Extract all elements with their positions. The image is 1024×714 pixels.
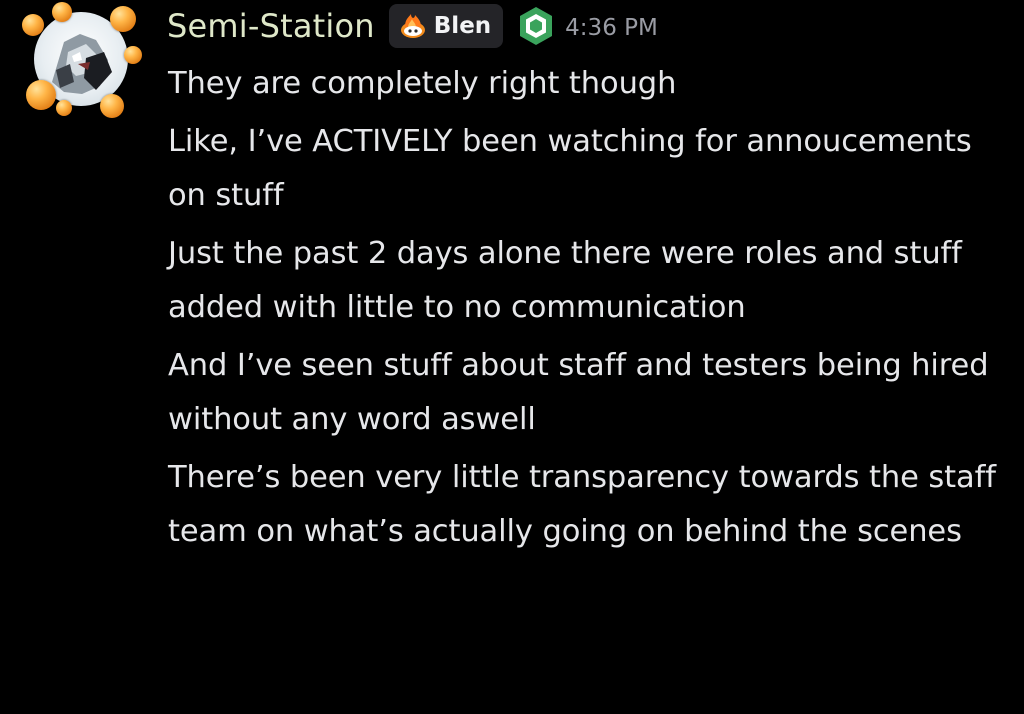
- message-timestamp[interactable]: 4:36 PM: [565, 15, 658, 41]
- message-text: They are completely right though: [168, 66, 677, 101]
- dragon-ball-icon: [26, 80, 56, 110]
- username[interactable]: Semi-Station: [167, 7, 375, 45]
- message-text: Just the past 2 days alone there were ro…: [168, 236, 962, 325]
- dragon-ball-icon: [22, 14, 44, 36]
- message-text: There’s been very little transparency to…: [168, 460, 996, 549]
- message-group: They are completely right though Like, I…: [168, 57, 998, 563]
- dragon-ball-icon: [124, 46, 142, 64]
- dragon-ball-icon: [52, 2, 72, 22]
- flame-icon: [400, 14, 425, 38]
- guild-tag[interactable]: Blen: [388, 4, 504, 48]
- guild-tag-label: Blen: [433, 13, 492, 39]
- message-text: And I’ve seen stuff about staff and test…: [168, 348, 989, 437]
- shield-badge-icon[interactable]: [517, 6, 555, 46]
- dragon-ball-icon: [110, 6, 136, 32]
- dragon-ball-icon: [100, 94, 124, 118]
- avatar[interactable]: [22, 2, 142, 120]
- dragon-ball-icon: [56, 100, 72, 116]
- message-text: Like, I’ve ACTIVELY been watching for an…: [168, 124, 972, 213]
- message-header: Semi-Station Blen 4:36 PM: [167, 2, 658, 50]
